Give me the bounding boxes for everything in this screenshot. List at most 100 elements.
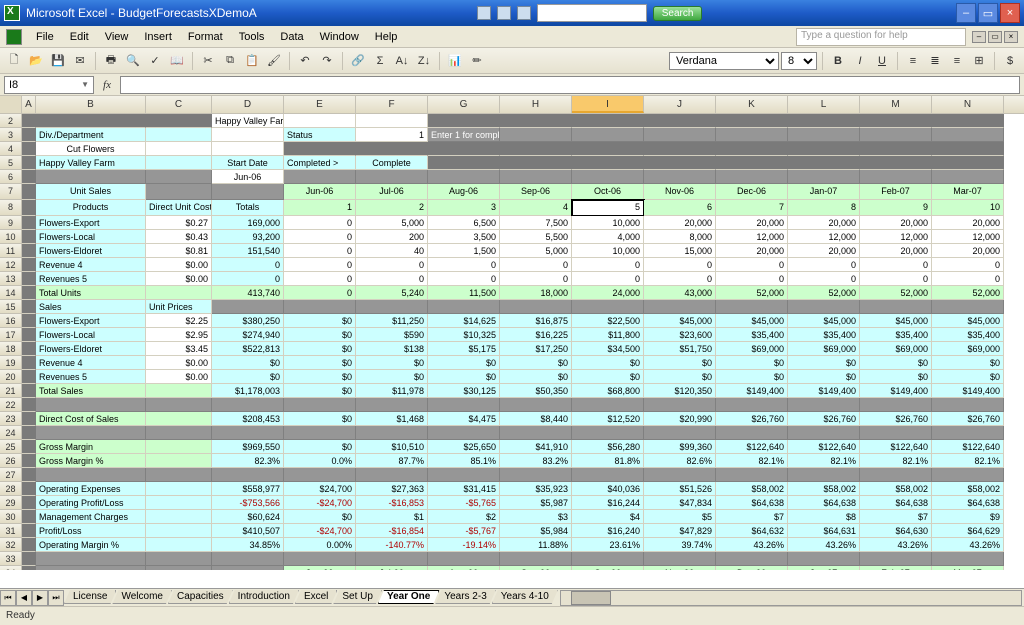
cell[interactable]: $11,800 bbox=[572, 328, 644, 342]
cell[interactable] bbox=[716, 300, 788, 314]
cell[interactable]: Products bbox=[36, 200, 146, 216]
cell[interactable]: 20,000 bbox=[644, 216, 716, 230]
cell[interactable] bbox=[932, 170, 1004, 184]
row-header[interactable]: 17 bbox=[0, 328, 22, 342]
cell[interactable] bbox=[572, 468, 644, 482]
menu-tools[interactable]: Tools bbox=[231, 29, 273, 45]
col-hdr-f[interactable]: F bbox=[356, 96, 428, 113]
copy-icon[interactable]: ⧉ bbox=[220, 51, 240, 71]
mdi-close[interactable]: × bbox=[1004, 31, 1018, 43]
cell[interactable] bbox=[788, 468, 860, 482]
cell[interactable]: 0 bbox=[644, 258, 716, 272]
cell[interactable]: 0.0% bbox=[284, 454, 356, 468]
cell[interactable] bbox=[428, 300, 500, 314]
cell[interactable] bbox=[788, 114, 860, 128]
cell[interactable]: $11,250 bbox=[356, 314, 428, 328]
permission-icon[interactable]: ✉ bbox=[70, 51, 90, 71]
cell[interactable] bbox=[146, 566, 212, 570]
cell[interactable] bbox=[572, 170, 644, 184]
row-header[interactable]: 19 bbox=[0, 356, 22, 370]
cell[interactable]: $64,630 bbox=[860, 524, 932, 538]
cell[interactable]: 0 bbox=[860, 272, 932, 286]
cell[interactable]: $0.00 bbox=[146, 370, 212, 384]
col-hdr-c[interactable]: C bbox=[146, 96, 212, 113]
cell[interactable] bbox=[932, 300, 1004, 314]
cell[interactable]: -$24,700 bbox=[284, 496, 356, 510]
italic-icon[interactable]: I bbox=[850, 51, 870, 71]
cell[interactable]: $9 bbox=[932, 510, 1004, 524]
row-header[interactable]: 25 bbox=[0, 440, 22, 454]
cell[interactable] bbox=[146, 510, 212, 524]
cell[interactable] bbox=[500, 426, 572, 440]
col-hdr-d[interactable]: D bbox=[212, 96, 284, 113]
cell[interactable] bbox=[36, 398, 146, 412]
col-hdr-b[interactable]: B bbox=[36, 96, 146, 113]
cell[interactable]: Dec-06 bbox=[716, 566, 788, 570]
cell[interactable] bbox=[212, 398, 284, 412]
cell[interactable]: $5 bbox=[644, 510, 716, 524]
col-hdr-h[interactable]: H bbox=[500, 96, 572, 113]
cell[interactable]: $64,638 bbox=[932, 496, 1004, 510]
box-icon[interactable] bbox=[497, 6, 511, 20]
cell[interactable] bbox=[860, 398, 932, 412]
cell[interactable]: $7 bbox=[860, 510, 932, 524]
cell[interactable]: $26,760 bbox=[788, 412, 860, 426]
cell[interactable]: Gross Margin bbox=[36, 440, 146, 454]
cell[interactable]: -19.14% bbox=[428, 538, 500, 552]
cell[interactable]: 0.00% bbox=[284, 538, 356, 552]
cell[interactable]: Flowers-Export bbox=[36, 314, 146, 328]
cell[interactable]: $8,440 bbox=[500, 412, 572, 426]
cell[interactable]: 0 bbox=[284, 258, 356, 272]
cell[interactable] bbox=[146, 496, 212, 510]
cell[interactable] bbox=[788, 142, 860, 156]
cell[interactable]: $0.00 bbox=[146, 356, 212, 370]
cell[interactable]: $45,000 bbox=[860, 314, 932, 328]
cell[interactable] bbox=[22, 142, 36, 156]
cell[interactable] bbox=[146, 426, 212, 440]
col-hdr-l[interactable]: L bbox=[788, 96, 860, 113]
cell[interactable] bbox=[716, 114, 788, 128]
cell[interactable]: 0 bbox=[716, 258, 788, 272]
cell[interactable]: 1 bbox=[356, 128, 428, 142]
cell[interactable] bbox=[22, 300, 36, 314]
cell[interactable]: Status bbox=[284, 128, 356, 142]
cell[interactable]: $149,400 bbox=[716, 384, 788, 398]
cell[interactable]: Oct-06 bbox=[572, 184, 644, 200]
merge-icon[interactable]: ⊞ bbox=[969, 51, 989, 71]
cell[interactable]: 52,000 bbox=[932, 286, 1004, 300]
maximize-button[interactable]: ▭ bbox=[978, 3, 998, 23]
col-hdr-k[interactable]: K bbox=[716, 96, 788, 113]
row-header[interactable]: 34 bbox=[0, 566, 22, 570]
close-button[interactable]: × bbox=[1000, 3, 1020, 23]
cell[interactable] bbox=[428, 426, 500, 440]
cell[interactable]: Nov-06 bbox=[644, 184, 716, 200]
cell[interactable] bbox=[356, 300, 428, 314]
cell[interactable]: Aug-06 bbox=[428, 566, 500, 570]
cell[interactable] bbox=[716, 468, 788, 482]
menu-format[interactable]: Format bbox=[180, 29, 231, 45]
cell[interactable]: $0 bbox=[284, 370, 356, 384]
sheet-tab[interactable]: Capacities bbox=[168, 590, 233, 604]
cell[interactable]: 12,000 bbox=[716, 230, 788, 244]
cell[interactable] bbox=[860, 142, 932, 156]
row-header[interactable]: 11 bbox=[0, 244, 22, 258]
cell[interactable] bbox=[788, 552, 860, 566]
cell[interactable] bbox=[500, 300, 572, 314]
cell[interactable]: 169,000 bbox=[212, 216, 284, 230]
cell[interactable]: 0 bbox=[284, 216, 356, 230]
cell[interactable]: Mar-07 bbox=[932, 184, 1004, 200]
cell[interactable]: Jul-06 bbox=[356, 184, 428, 200]
select-all-corner[interactable] bbox=[0, 96, 22, 113]
cell[interactable] bbox=[284, 170, 356, 184]
cell[interactable] bbox=[212, 566, 284, 570]
sort-asc-icon[interactable]: A↓ bbox=[392, 51, 412, 71]
cell[interactable] bbox=[572, 142, 644, 156]
cell[interactable]: $0 bbox=[572, 370, 644, 384]
cell[interactable] bbox=[212, 468, 284, 482]
cell[interactable] bbox=[146, 468, 212, 482]
cell[interactable]: $0.43 bbox=[146, 230, 212, 244]
help-search-box[interactable]: Type a question for help bbox=[796, 28, 966, 46]
cell[interactable]: $26,760 bbox=[716, 412, 788, 426]
chart-icon[interactable]: 📊 bbox=[445, 51, 465, 71]
cell[interactable]: $122,640 bbox=[932, 440, 1004, 454]
